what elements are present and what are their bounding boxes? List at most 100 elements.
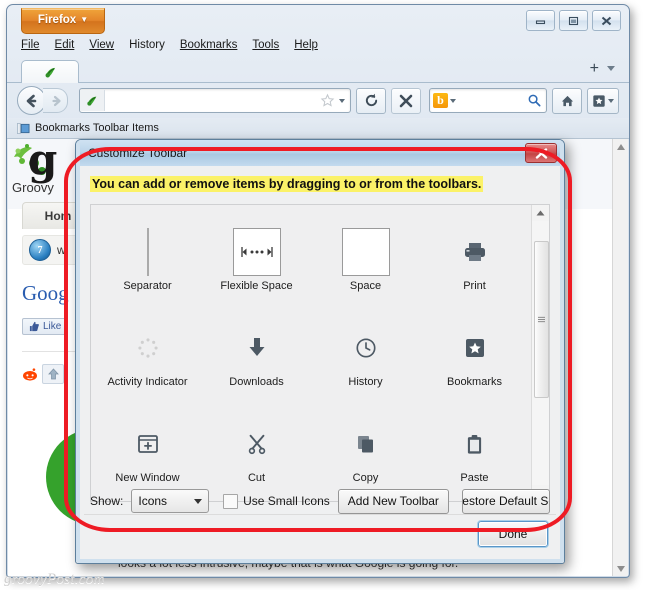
- close-button[interactable]: [592, 10, 621, 31]
- add-new-toolbar-button[interactable]: Add New Toolbar: [337, 488, 449, 514]
- firefox-app-menu-button[interactable]: Firefox ▼: [21, 8, 105, 34]
- maximize-icon: [568, 16, 579, 25]
- menu-item-file[interactable]: File: [21, 39, 40, 51]
- menu-item-help[interactable]: Help: [294, 39, 318, 51]
- page-scroll-down-arrow[interactable]: [613, 561, 628, 576]
- printer-icon: [463, 226, 487, 278]
- page-scroll-up-arrow[interactable]: [613, 139, 628, 154]
- palette-item-new-window[interactable]: New Window: [93, 403, 202, 499]
- palette-item-copy[interactable]: Copy: [311, 403, 420, 499]
- tab-list-chevron-icon[interactable]: [607, 66, 615, 71]
- upvote-button[interactable]: [42, 364, 64, 384]
- restore-default-set-button[interactable]: Restore Default Set: [461, 488, 550, 514]
- tab-strip: +: [7, 57, 629, 83]
- restore-default-set-label: Restore Default Set: [462, 494, 549, 508]
- bookmarks-menu-button[interactable]: [587, 87, 619, 114]
- add-new-toolbar-label: Add New Toolbar: [347, 494, 439, 508]
- groovypost-logo[interactable]: g: [12, 139, 64, 184]
- palette-item-downloads[interactable]: Downloads: [202, 307, 311, 403]
- toolbar-items-palette[interactable]: Separator Flexible Space Space Print Act…: [90, 204, 550, 502]
- minimize-button[interactable]: [526, 10, 555, 31]
- forward-button[interactable]: [43, 88, 68, 113]
- stop-button[interactable]: [391, 87, 421, 114]
- dialog-title-bar[interactable]: Customize Toolbar: [76, 140, 564, 167]
- menu-bookmarks-label: Bookmarks: [179, 39, 238, 51]
- palette-item-label: History: [348, 376, 383, 388]
- page-scrollbar[interactable]: [612, 139, 628, 576]
- scroll-down-arrow-icon: [616, 565, 625, 572]
- palette-item-history[interactable]: History: [311, 307, 420, 403]
- search-bar[interactable]: b: [429, 88, 547, 113]
- dialog-hint-text: You can add or remove items by dragging …: [90, 176, 484, 192]
- menu-edit-label: Edit: [54, 39, 75, 51]
- palette-item-space[interactable]: Space: [311, 211, 420, 307]
- bookmark-star-group[interactable]: [320, 93, 350, 108]
- search-engine-caret-icon[interactable]: [450, 98, 456, 103]
- palette-item-label: Flexible Space: [220, 280, 293, 292]
- palette-item-label: Print: [463, 280, 486, 292]
- browser-tab[interactable]: [21, 60, 79, 83]
- bookmarks-toolbar-items-label[interactable]: Bookmarks Toolbar Items: [35, 122, 159, 134]
- search-icon[interactable]: [527, 93, 542, 108]
- palette-item-label: Activity Indicator: [107, 376, 188, 388]
- reddit-icon[interactable]: [22, 367, 38, 381]
- back-button[interactable]: [17, 86, 46, 115]
- palette-item-label: Paste: [460, 472, 489, 484]
- palette-item-label: Separator: [123, 280, 172, 292]
- use-small-icons-checkbox[interactable]: [223, 493, 239, 509]
- groovypost-favicon-icon: [87, 96, 97, 106]
- facebook-like-button[interactable]: Like: [22, 318, 69, 335]
- star-icon[interactable]: [320, 93, 335, 108]
- menu-item-edit[interactable]: Edit: [55, 39, 75, 51]
- bookmarks-caret-icon[interactable]: [608, 98, 614, 103]
- watermark: groovyPost.com: [4, 571, 105, 587]
- palette-item-separator[interactable]: Separator: [93, 211, 202, 307]
- palette-item-cut[interactable]: Cut: [202, 403, 311, 499]
- dialog-close-button[interactable]: [525, 143, 557, 163]
- palette-scroll-thumb[interactable]: [534, 241, 549, 398]
- clipboard-icon: [466, 418, 483, 470]
- maximize-button[interactable]: [559, 10, 588, 31]
- done-button[interactable]: Done: [477, 520, 549, 548]
- clock-icon: [355, 322, 377, 374]
- firefox-window: Firefox ▼ File Edit View History Bookmark…: [6, 4, 630, 578]
- back-arrow-icon: [26, 94, 37, 107]
- show-select[interactable]: Icons: [131, 489, 210, 513]
- palette-scrollbar[interactable]: [531, 205, 549, 501]
- logo-letter-g: g: [28, 139, 58, 184]
- palette-scroll-up-arrow[interactable]: [532, 205, 549, 221]
- bing-engine-icon[interactable]: b: [433, 93, 448, 108]
- menu-item-bookmarks[interactable]: Bookmarks: [180, 39, 238, 51]
- palette-item-bookmarks[interactable]: Bookmarks: [420, 307, 529, 403]
- firefox-app-menu-label: Firefox: [37, 14, 77, 26]
- palette-item-flexible-space[interactable]: Flexible Space: [202, 211, 311, 307]
- bookmarks-toolbar: Bookmarks Toolbar Items: [7, 118, 629, 139]
- use-small-icons-checkbox-group[interactable]: Use Small Icons: [223, 493, 330, 509]
- show-label: Show:: [90, 494, 124, 508]
- star-in-box-icon: [465, 322, 485, 374]
- windows7-orb-icon: 7: [29, 239, 51, 261]
- palette-grid: Separator Flexible Space Space Print Act…: [91, 205, 531, 501]
- home-button[interactable]: [552, 87, 582, 114]
- address-bar[interactable]: [79, 88, 351, 113]
- google-heading-text: Goog: [22, 281, 69, 305]
- menu-item-view[interactable]: View: [89, 39, 114, 51]
- window-controls: [526, 10, 621, 31]
- menu-item-history[interactable]: History: [129, 39, 165, 51]
- palette-item-activity-indicator[interactable]: Activity Indicator: [93, 307, 202, 403]
- new-tab-button[interactable]: +: [590, 61, 599, 77]
- bookmarks-folder-icon: [17, 122, 30, 134]
- palette-item-paste[interactable]: Paste: [420, 403, 529, 499]
- separator-icon: [145, 226, 151, 278]
- up-arrow-icon: [47, 368, 59, 380]
- menu-history-label: History: [129, 39, 165, 51]
- palette-scroll-track[interactable]: [532, 221, 549, 485]
- reload-icon: [365, 93, 377, 107]
- space-icon: [341, 226, 390, 278]
- reload-button[interactable]: [356, 87, 386, 114]
- bookmark-dropdown-caret-icon[interactable]: [339, 98, 345, 103]
- menu-item-tools[interactable]: Tools: [252, 39, 279, 51]
- thumbs-up-icon: [29, 321, 39, 332]
- forward-arrow-icon: [51, 95, 61, 106]
- palette-item-print[interactable]: Print: [420, 211, 529, 307]
